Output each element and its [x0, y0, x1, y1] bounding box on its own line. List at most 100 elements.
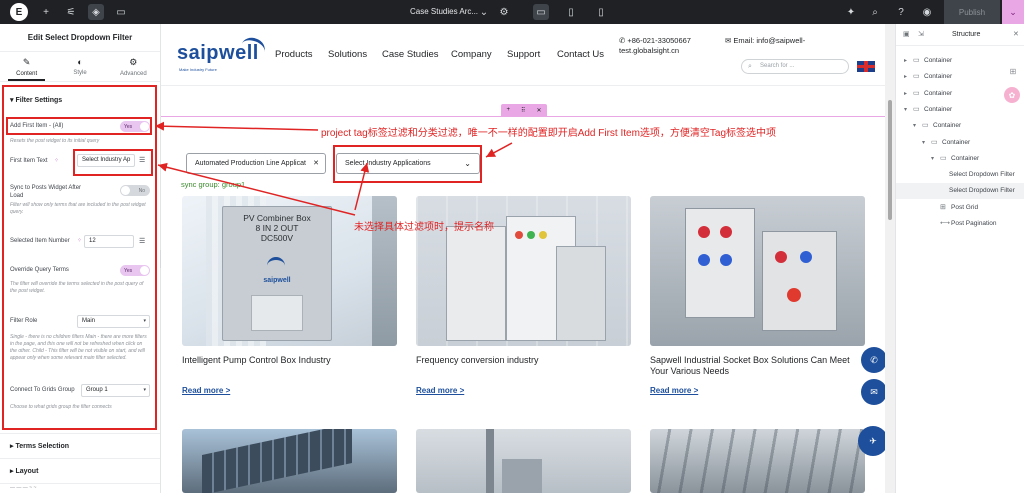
nav-company[interactable]: Company: [451, 49, 492, 60]
structure-item-label: Select Dropdown Filter: [949, 171, 1015, 179]
close-icon[interactable]: ✕: [536, 107, 541, 114]
tab-advanced[interactable]: ⚙ Advanced: [107, 52, 160, 81]
structure-item[interactable]: ▾ ▭ Container: [896, 135, 1024, 151]
connect-grids-select[interactable]: Group 1 ▾: [81, 384, 150, 397]
chevron-right-icon[interactable]: ▾: [922, 135, 925, 151]
structure-item[interactable]: ▸ ▭ Container: [896, 69, 1024, 85]
nav-products[interactable]: Products: [275, 49, 313, 60]
chevron-right-icon[interactable]: ▾: [913, 118, 916, 134]
eye-icon[interactable]: ◉: [919, 4, 935, 20]
product-image[interactable]: [650, 429, 865, 493]
email-float-icon[interactable]: ✉: [861, 379, 885, 405]
product-title[interactable]: Sapwell Industrial Socket Box Solutions …: [650, 355, 865, 377]
publish-options-chevron-icon[interactable]: ⌄: [1002, 0, 1024, 24]
database-icon[interactable]: ☰: [139, 237, 145, 245]
help-icon[interactable]: ?: [893, 4, 909, 20]
structure-item[interactable]: ▾ ▭ Container: [896, 151, 1024, 167]
grid-plus-icon[interactable]: ⊞: [1006, 64, 1020, 78]
add-first-item-toggle[interactable]: Yes: [120, 121, 150, 132]
dynamic-tags-icon[interactable]: ⁘: [54, 157, 59, 164]
sync-posts-help: Filter will show only terms that are inc…: [10, 202, 146, 215]
read-more-link[interactable]: Read more >: [416, 386, 464, 395]
search-icon[interactable]: ⌕: [867, 4, 883, 20]
container-icon: ▭: [922, 122, 929, 130]
container-icon: ▭: [913, 57, 920, 64]
product-image[interactable]: [650, 196, 865, 346]
chat-icon[interactable]: ✈: [858, 426, 885, 456]
structure-item-label: Container: [933, 122, 962, 130]
section-layout[interactable]: ▸ Layout: [0, 458, 160, 482]
sliders-icon[interactable]: ⚟: [63, 4, 79, 20]
email-value-continued[interactable]: test.globalsight.cn: [619, 46, 679, 55]
publish-button[interactable]: Publish: [944, 0, 1000, 24]
panel-footer: — — — ~ ~: [0, 483, 160, 493]
tab-content[interactable]: ✎ Content: [0, 52, 53, 81]
page-title[interactable]: Case Studies Arc...: [410, 7, 478, 16]
nav-solutions[interactable]: Solutions: [328, 49, 367, 60]
mobile-icon[interactable]: ▯: [593, 4, 609, 20]
nav-contact-us[interactable]: Contact Us: [557, 49, 604, 60]
product-title[interactable]: Intelligent Pump Control Box Industry: [182, 355, 397, 366]
uk-flag-icon[interactable]: [857, 61, 875, 72]
product-image[interactable]: [416, 429, 631, 493]
desktop-icon[interactable]: ▭: [533, 4, 549, 20]
nav-case-studies[interactable]: Case Studies: [382, 49, 439, 60]
tab-style[interactable]: ◐ Style: [53, 52, 106, 81]
database-icon[interactable]: ☰: [139, 156, 145, 164]
override-query-toggle[interactable]: Yes: [120, 265, 150, 276]
drag-handle-icon[interactable]: ⠿: [521, 107, 525, 114]
sync-posts-toggle[interactable]: No: [120, 185, 150, 196]
scrollbar-thumb[interactable]: [888, 100, 892, 220]
structure-item[interactable]: Select Dropdown Filter: [896, 183, 1024, 200]
whatsapp-icon[interactable]: ✆: [861, 347, 885, 373]
industry-filter-select-1[interactable]: Automated Production Line Applicat ✕: [186, 153, 326, 174]
structure-item[interactable]: Select Dropdown Filter: [896, 167, 1024, 183]
product-image[interactable]: [182, 429, 397, 493]
layers-icon[interactable]: ◈: [88, 4, 104, 20]
collapse-all-icon[interactable]: ⇲: [918, 30, 924, 38]
read-more-link[interactable]: Read more >: [650, 386, 698, 395]
assistant-icon[interactable]: ✿: [1004, 87, 1020, 103]
site-search-input[interactable]: ⌕ Search for ...: [741, 59, 849, 74]
structure-item[interactable]: ▸ ▭ Container: [896, 53, 1024, 69]
selected-item-number-input[interactable]: 12: [84, 235, 134, 248]
layout-icon[interactable]: ▣: [903, 30, 910, 38]
clear-filter-icon[interactable]: ✕: [313, 154, 319, 173]
first-item-text-input[interactable]: Select Industry Ap: [77, 154, 135, 167]
filter-role-select[interactable]: Main ▾: [77, 315, 150, 328]
chevron-right-icon[interactable]: ▸: [904, 53, 907, 69]
chevron-down-icon[interactable]: ⌄: [476, 4, 492, 20]
read-more-link[interactable]: Read more >: [182, 386, 230, 395]
close-icon[interactable]: ✕: [1013, 30, 1019, 38]
elementor-logo[interactable]: E: [10, 3, 28, 21]
structure-item[interactable]: ▾ ▭ Container: [896, 118, 1024, 134]
product-card[interactable]: Sapwell Industrial Socket Box Solutions …: [650, 196, 865, 377]
spacer[interactable]: ▾: [931, 151, 934, 167]
section-terms-selection[interactable]: ▸ Terms Selection: [0, 433, 160, 457]
section-filter-settings[interactable]: ▾ Filter Settings: [0, 82, 160, 104]
email-value[interactable]: info@saipwell-: [756, 36, 805, 45]
chevron-right-icon[interactable]: ▸: [904, 86, 907, 102]
gear-icon: ⚙: [129, 57, 138, 67]
filter1-value: Automated Production Line Applicat: [195, 160, 306, 167]
pagination-icon: ⟷: [940, 220, 951, 227]
comment-icon[interactable]: ▭: [113, 4, 129, 20]
canvas-scrollbar[interactable]: [885, 24, 895, 493]
gear-icon[interactable]: ⚙: [496, 4, 512, 20]
plus-icon[interactable]: +: [38, 4, 54, 20]
dynamic-tags-icon[interactable]: ⁘: [77, 237, 82, 244]
chevron-down-icon: ▾: [143, 387, 146, 393]
tablet-icon[interactable]: ▯: [563, 4, 579, 20]
nav-support[interactable]: Support: [507, 49, 540, 60]
container-edit-handle[interactable]: + ⠿ ✕: [501, 104, 547, 116]
structure-item[interactable]: ⟷ Post Pagination: [896, 216, 1024, 232]
add-icon[interactable]: +: [507, 107, 511, 113]
product-title[interactable]: Frequency conversion industry: [416, 355, 631, 366]
sparkle-icon[interactable]: ✦: [843, 4, 859, 20]
page-canvas: saipwell Make Industry Future Products S…: [161, 24, 885, 493]
structure-item[interactable]: ▾ ▭ Container: [896, 102, 1024, 118]
chevron-right-icon[interactable]: ▾: [904, 102, 907, 118]
industry-filter-select-2[interactable]: Select Industry Applications ⌄: [336, 153, 480, 174]
chevron-right-icon[interactable]: ▸: [904, 69, 907, 85]
structure-item[interactable]: ⊞ Post Grid: [896, 200, 1024, 216]
